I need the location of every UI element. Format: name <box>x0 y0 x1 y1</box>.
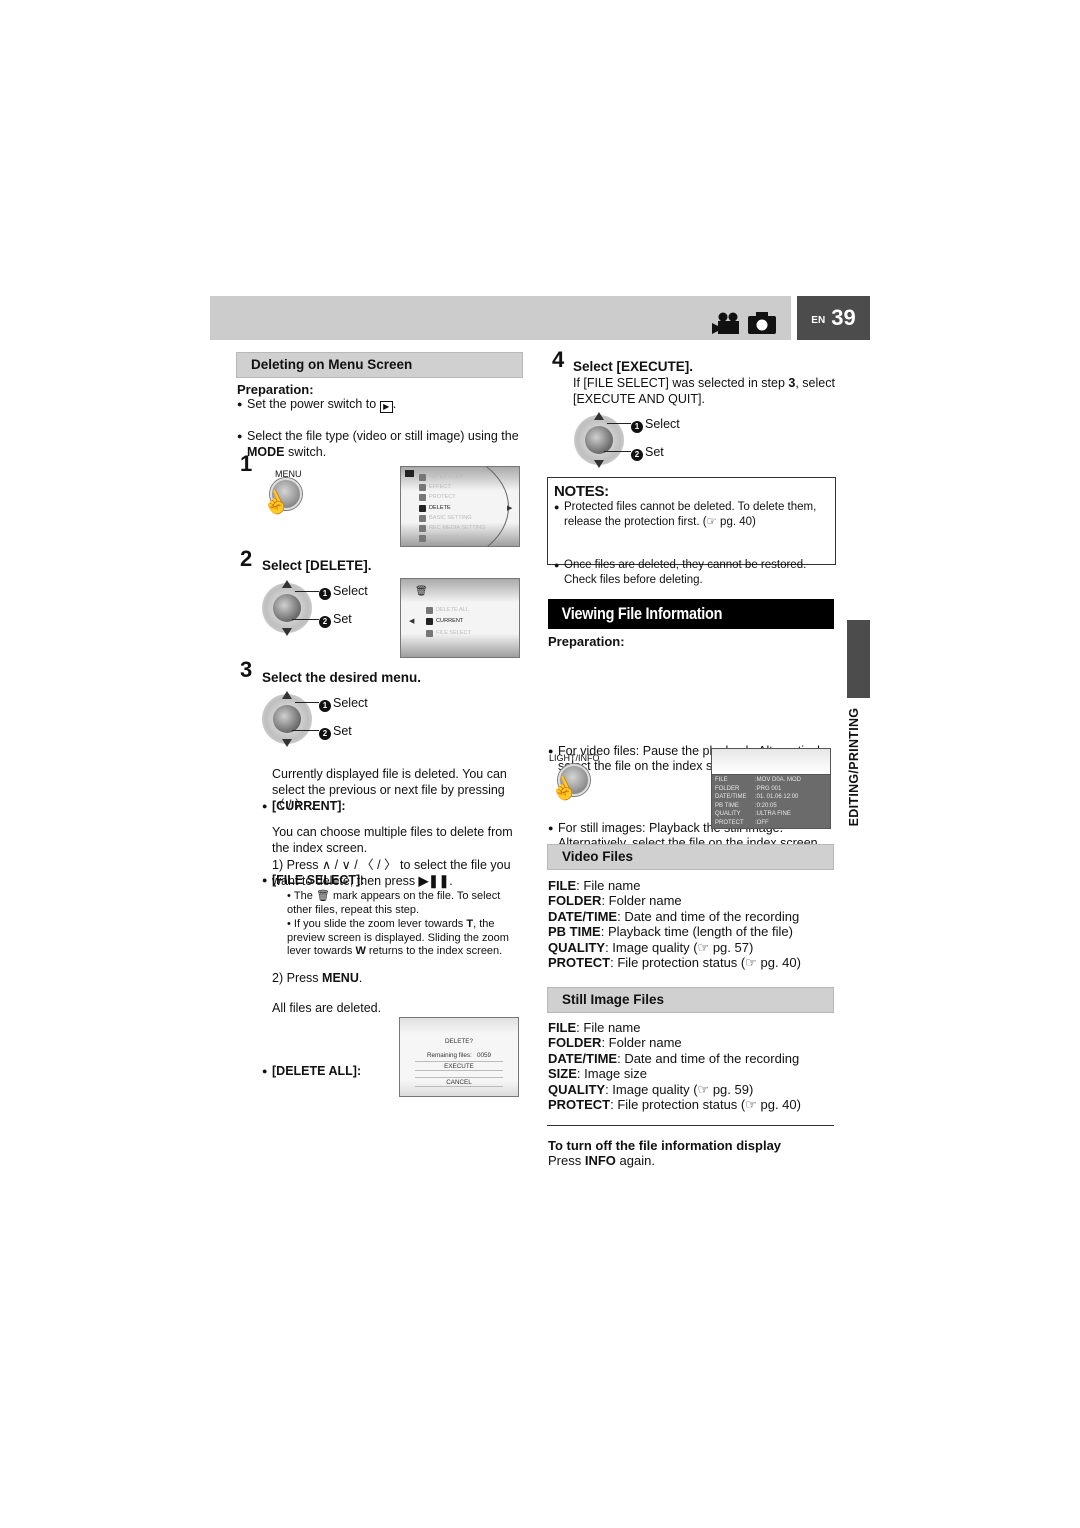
video-files-list: FILE: File name FOLDER: Folder name DATE… <box>548 878 838 970</box>
side-tab-label: EDITING/PRINTING <box>847 707 861 827</box>
substep-note-2: • If you slide the zoom lever towards T,… <box>287 918 509 957</box>
arrow-right-icon: ▶ <box>507 505 513 512</box>
info-row: FOLDER:PRG 001 <box>715 785 782 792</box>
select-label: 1 Select <box>319 696 368 712</box>
section-title-video-files: Video Files <box>547 844 834 870</box>
select-label: 1 Select <box>631 417 680 433</box>
kv-row: FILE: File name <box>548 878 641 893</box>
step-4-number: 4 <box>552 347 565 372</box>
set-label: 2 Set <box>631 445 664 461</box>
mode-icons <box>712 310 776 334</box>
info-row: PROTECT:OFF <box>715 819 769 826</box>
lcd-delete-menu: 🗑 DELETE ALL CURRENT FILE SELECT ◀ <box>400 578 520 658</box>
lcd-main-menu: WIPE/FADER EFFECT PROTECT DELETE BASIC S… <box>400 466 520 547</box>
notes-title: NOTES: <box>554 483 609 500</box>
step-3-number: 3 <box>240 657 253 682</box>
still-files-list: FILE: File name FOLDER: Folder name DATE… <box>548 1020 838 1112</box>
video-camera-icon <box>712 312 739 334</box>
section-title-still-files: Still Image Files <box>547 987 834 1013</box>
lcd-menu-item: DATE/DISPLAY <box>419 531 468 546</box>
play-icon: ▶ <box>379 401 393 413</box>
preparation-label: Preparation: <box>237 382 314 397</box>
step-4-title: Select [EXECUTE]. <box>573 359 694 374</box>
kv-row: FILE: File name <box>548 1020 641 1035</box>
viewing-title: Viewing File Information <box>561 604 723 624</box>
option-delete-all-text: All files are deleted. <box>272 1001 382 1015</box>
kv-row: FOLDER: Folder name <box>548 893 682 909</box>
prep-item-power: Set the power switch to ▶. <box>237 397 527 413</box>
lcd-file-info: FILE:MOV D0A. MOD FOLDER:PRG 001 DATE/TI… <box>711 748 831 829</box>
video-mode-icon <box>405 470 414 477</box>
set-label: 2 Set <box>319 724 352 740</box>
select-label: 1 Select <box>319 584 368 600</box>
header-band <box>210 296 791 340</box>
preparation-label: Preparation: <box>548 634 625 649</box>
option-current-text: Currently displayed file is deleted. You… <box>272 767 507 812</box>
kv-row: QUALITY: Image quality (☞ pg. 57) <box>548 939 754 955</box>
kv-row: PROTECT: File protection status (☞ pg. 4… <box>548 1097 801 1113</box>
kv-row: QUALITY: Image quality (☞ pg. 59) <box>548 1081 754 1097</box>
substep-1: 1) Press ∧ / ∨ / 〈 / 〉 to select the fil… <box>272 858 511 888</box>
kv-row: DATE/TIME: Date and time of the recordin… <box>548 908 800 924</box>
turn-off-title: To turn off the file information display <box>548 1138 782 1153</box>
page-number: 39 <box>831 305 856 331</box>
arrow-left-icon: ◀ <box>409 618 415 625</box>
lcd-delete-dialog: DELETE? Remaining files: 0059 EXECUTE CA… <box>399 1017 519 1097</box>
prep-item-mode: Select the file type (video or still ima… <box>237 429 527 460</box>
note-item: Protected files cannot be deleted. To de… <box>554 500 832 529</box>
dialog-execute-option[interactable]: EXECUTE <box>415 1061 503 1071</box>
set-label: 2 Set <box>319 612 352 628</box>
notes-box: NOTES: Protected files cannot be deleted… <box>547 477 836 586</box>
option-file-select-text: You can choose multiple files to delete … <box>272 825 513 855</box>
kv-row: FOLDER: Folder name <box>548 1035 682 1051</box>
still-camera-icon <box>748 312 776 334</box>
language-label: EN <box>811 315 826 327</box>
info-row: DATE/TIME:01. 01.06 12:00 <box>715 794 799 801</box>
note-item: Once files are deleted, they cannot be r… <box>554 558 832 587</box>
step-2-title: Select [DELETE]. <box>262 558 372 573</box>
turn-off-text: Press INFO again. <box>548 1153 655 1168</box>
page-number-box: EN 39 <box>797 296 870 340</box>
trash-mark-icon: 🗑 <box>315 890 330 902</box>
divider <box>547 1125 834 1126</box>
substep-2: 2) Press MENU. <box>272 971 363 985</box>
info-row: QUALITY:ULTRA FINE <box>715 811 791 818</box>
kv-row: PB TIME: Playback time (length of the fi… <box>548 924 793 940</box>
dialog-cancel-option[interactable]: CANCEL <box>415 1077 503 1087</box>
step-2-number: 2 <box>240 546 253 571</box>
step-1-number: 1 <box>240 451 253 476</box>
kv-row: DATE/TIME: Date and time of the recordin… <box>548 1050 800 1066</box>
kv-row: SIZE: Image size <box>548 1066 647 1082</box>
trash-icon: 🗑 <box>415 586 428 597</box>
info-row: FILE:MOV D0A. MOD <box>715 777 802 783</box>
step-4-text: If [FILE SELECT] was selected in step 3,… <box>573 376 835 406</box>
substep-note-1: • The 🗑 mark appears on the file. To sel… <box>287 890 501 916</box>
section-title-deleting: Deleting on Menu Screen <box>236 352 523 378</box>
step-3-title: Select the desired menu. <box>262 670 422 685</box>
lcd-menu-item: FILE SELECT <box>426 626 471 642</box>
kv-row: PROTECT: File protection status (☞ pg. 4… <box>548 955 801 971</box>
info-row: PB TIME:0:20:05 <box>715 802 777 809</box>
